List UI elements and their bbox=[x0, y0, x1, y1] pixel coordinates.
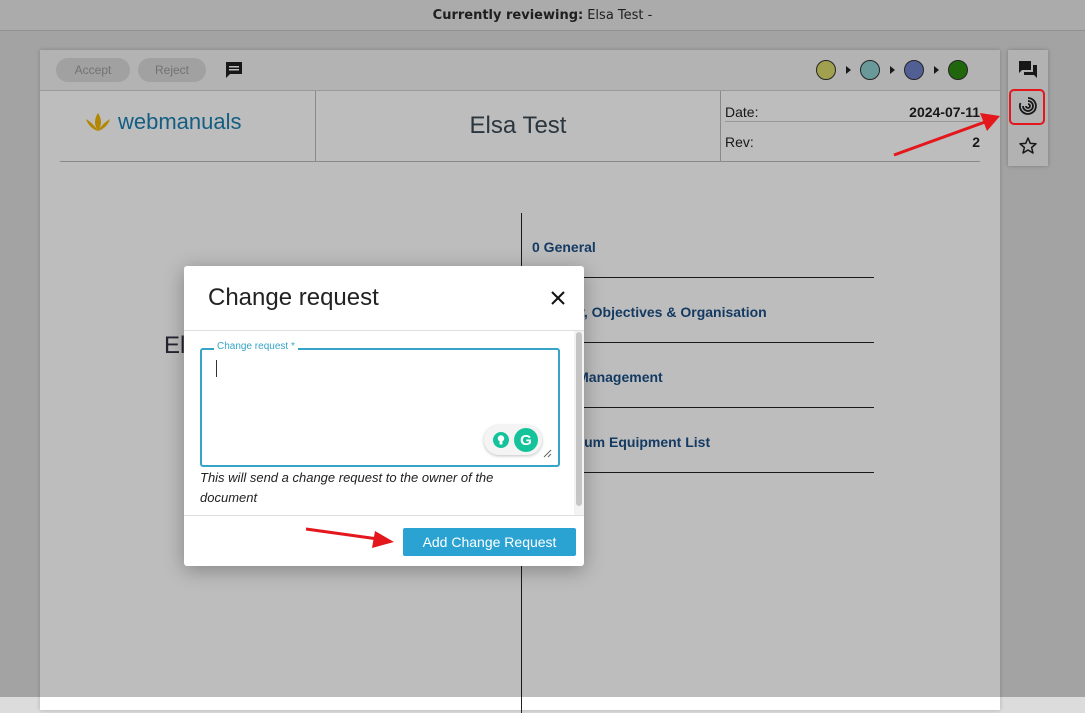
grammarly-icon[interactable]: G bbox=[514, 428, 538, 452]
add-change-request-button[interactable]: Add Change Request bbox=[403, 528, 576, 556]
dialog-footer-divider bbox=[184, 515, 584, 516]
annotation-highlight bbox=[1009, 89, 1045, 125]
grammarly-widget[interactable]: G bbox=[484, 425, 542, 455]
text-caret bbox=[216, 360, 217, 377]
dialog-title: Change request bbox=[208, 284, 379, 311]
resize-grip-icon[interactable] bbox=[542, 448, 552, 458]
close-icon[interactable] bbox=[548, 288, 568, 308]
change-request-dialog: Change request Change request * G This w… bbox=[184, 266, 584, 566]
change-request-field: Change request * G bbox=[200, 341, 560, 467]
dialog-scroll-thumb[interactable] bbox=[576, 332, 582, 506]
lightbulb-icon[interactable] bbox=[492, 431, 510, 449]
helper-text: This will send a change request to the o… bbox=[200, 470, 494, 505]
change-request-label: Change request * bbox=[214, 341, 298, 352]
